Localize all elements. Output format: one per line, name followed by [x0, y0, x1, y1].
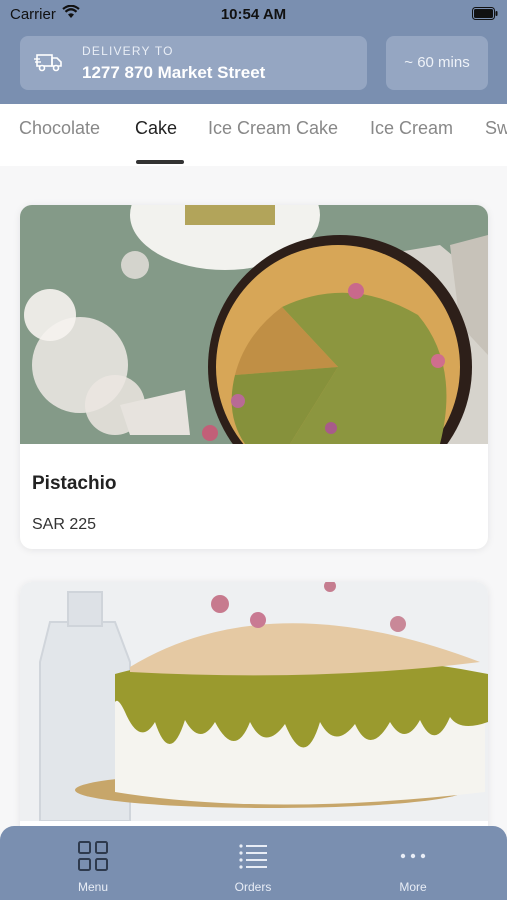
- product-image: [20, 582, 488, 821]
- delivery-address: 1277 870 Market Street: [82, 63, 266, 82]
- active-tab-indicator: [136, 160, 184, 164]
- list-icon: [239, 844, 267, 869]
- tab-more-label: More: [399, 880, 427, 894]
- app-header: Carrier 10:54 AM DELIVERY TO 1277 870 Ma…: [0, 0, 507, 104]
- product-name: Pistachio: [32, 473, 117, 494]
- product-image: [20, 205, 488, 444]
- truck-icon: [34, 54, 62, 72]
- tab-cake[interactable]: Cake: [135, 118, 177, 139]
- tab-sweets[interactable]: Sw: [485, 118, 507, 139]
- tab-ice-cream[interactable]: Ice Cream: [370, 118, 453, 139]
- delivery-address-selector[interactable]: DELIVERY TO 1277 870 Market Street: [20, 36, 367, 90]
- delivery-label: DELIVERY TO: [82, 44, 174, 58]
- grid-icon: [78, 841, 108, 871]
- battery-icon: [472, 7, 498, 20]
- tab-ice-cream-cake[interactable]: Ice Cream Cake: [208, 118, 338, 139]
- tab-menu[interactable]: Menu: [33, 826, 153, 900]
- tab-menu-label: Menu: [77, 880, 109, 894]
- category-tabs: Chocolate Cake Ice Cream Cake Ice Cream …: [0, 104, 507, 166]
- delivery-eta[interactable]: ~ 60 mins: [386, 36, 488, 90]
- product-price: SAR 225: [32, 516, 97, 533]
- status-bar: Carrier 10:54 AM: [0, 0, 507, 28]
- more-icon: [400, 853, 426, 859]
- product-card[interactable]: Pistachio SAR 225: [20, 205, 488, 549]
- clock: 10:54 AM: [220, 6, 287, 23]
- tab-chocolate[interactable]: Chocolate: [19, 118, 100, 139]
- tab-more[interactable]: More: [353, 826, 473, 900]
- bottom-tab-bar: Menu Orders More: [0, 826, 507, 900]
- tab-orders-label: Orders: [234, 880, 272, 894]
- tab-orders[interactable]: Orders: [193, 826, 313, 900]
